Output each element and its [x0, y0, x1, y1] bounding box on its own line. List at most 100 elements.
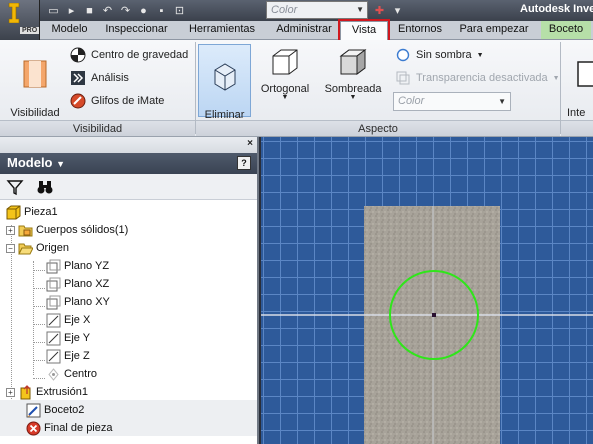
imate-glyphs-button[interactable]: Glifos de iMate — [70, 91, 164, 111]
close-icon[interactable]: × — [247, 138, 253, 149]
analysis-icon — [71, 71, 85, 85]
tab-boceto[interactable]: Boceto — [541, 21, 591, 39]
tree-line — [33, 306, 45, 307]
tab-para-empezar[interactable]: Para empezar — [456, 21, 532, 39]
axis-icon — [46, 313, 61, 327]
update-icon[interactable]: ⊡ — [172, 4, 187, 18]
help-icon[interactable]: ? — [237, 156, 251, 170]
appearance-color-select[interactable]: Color ▼ — [393, 92, 511, 111]
undo-icon[interactable]: ↶ — [100, 4, 115, 18]
cube-material-icon — [214, 63, 235, 91]
no-shadow-icon — [396, 48, 410, 62]
chevron-down-icon: ▼ — [281, 94, 289, 101]
tab-modelo[interactable]: Modelo — [47, 21, 92, 39]
object-visibility-icon — [23, 60, 47, 88]
tab-herramientas[interactable]: Herramientas — [183, 21, 261, 39]
plane-icon — [46, 259, 61, 273]
tree-node-axis-x[interactable]: Eje X — [46, 311, 90, 329]
end-of-part-icon — [26, 421, 41, 435]
tree-node-center-point[interactable]: Centro — [46, 365, 97, 383]
app-title: Autodesk Inve — [520, 3, 593, 15]
tree-node-extrusion[interactable]: + Extrusión1 — [6, 383, 88, 401]
tree-line — [33, 378, 45, 379]
center-gravity-button[interactable]: Centro de gravedad — [70, 45, 188, 65]
tree-node-part[interactable]: Pieza1 — [6, 203, 58, 221]
interface-button-partial[interactable]: Inte us — [567, 46, 593, 118]
edition-badge: PRO — [20, 27, 40, 34]
open-icon[interactable]: ▸ — [64, 4, 79, 18]
axis-icon — [46, 349, 61, 363]
browser-header[interactable]: Modelo ▼ ? — [0, 153, 257, 174]
axis-icon — [46, 331, 61, 345]
filter-icon[interactable] — [6, 178, 24, 196]
expand-icon[interactable]: + — [6, 387, 15, 397]
home-view-icon[interactable]: ● — [136, 4, 151, 18]
tree-node-axis-y[interactable]: Eje Y — [46, 329, 90, 347]
center-gravity-icon — [70, 47, 86, 63]
tree-node-plane-xy[interactable]: Plano XY — [46, 293, 110, 311]
folder-icon — [18, 225, 33, 236]
save-icon[interactable]: ■ — [82, 4, 97, 18]
plane-icon — [46, 295, 61, 309]
remove-material-button[interactable]: Eliminar material — [198, 44, 251, 133]
shaded-button[interactable]: Sombreada ▼ — [321, 46, 385, 118]
tree-line — [33, 270, 45, 271]
center-point-icon — [48, 367, 59, 381]
sketch-icon — [26, 403, 41, 417]
plane-icon — [46, 277, 61, 291]
transparency-icon — [396, 71, 410, 85]
tree-node-plane-yz[interactable]: Plano YZ — [46, 257, 109, 275]
browser-title: Modelo — [7, 155, 53, 170]
extrusion-icon — [20, 384, 31, 399]
tree-node-origin[interactable]: − Origen — [6, 239, 69, 257]
tab-inspeccionar[interactable]: Inspeccionar — [100, 21, 173, 39]
tab-entornos[interactable]: Entornos — [395, 21, 445, 39]
new-icon[interactable]: ▭ — [46, 4, 61, 18]
orthographic-button[interactable]: Ortogonal ▼ — [257, 46, 313, 118]
shadow-dropdown[interactable]: Sin sombra ▼ — [395, 45, 484, 65]
application-menu-button[interactable]: PRO — [0, 0, 40, 40]
ribbon-panel: Visibilidad del objeto Centro de graveda… — [0, 40, 593, 137]
browser-toolbar — [0, 174, 257, 200]
tree-line — [33, 360, 45, 361]
open-folder-icon — [18, 243, 33, 254]
inventor-logo-icon — [8, 3, 20, 23]
sketch-canvas — [261, 206, 593, 444]
circle-center-point[interactable] — [432, 313, 436, 317]
tab-vista[interactable]: Vista — [338, 19, 390, 42]
tree-node-end-of-part[interactable]: Final de pieza — [26, 419, 113, 437]
tree-node-axis-z[interactable]: Eje Z — [46, 347, 90, 365]
transparency-dropdown[interactable]: Transparencia desactivada ▼ — [395, 68, 560, 88]
part-icon — [6, 205, 21, 219]
chevron-down-icon[interactable]: ▼ — [56, 159, 65, 169]
cross-icon[interactable]: ✚ — [372, 4, 387, 18]
chevron-down-icon: ▼ — [498, 97, 506, 106]
tree-node-sketch[interactable]: Boceto2 — [26, 401, 84, 419]
redo-icon[interactable]: ↷ — [118, 4, 133, 18]
ribbon-tabs: Modelo Inspeccionar Herramientas Adminis… — [40, 19, 593, 42]
tree-node-solid-bodies[interactable]: + Cuerpos sólidos(1) — [6, 221, 128, 239]
collapse-icon[interactable]: − — [6, 243, 15, 253]
graphics-viewport[interactable] — [261, 137, 593, 444]
chevron-down-icon: ▼ — [552, 74, 560, 82]
select-icon[interactable]: ▪ — [154, 4, 169, 18]
chevron-down-icon: ▼ — [476, 51, 484, 59]
tab-administrar[interactable]: Administrar — [269, 21, 339, 39]
chevron-down-icon: ▼ — [349, 94, 357, 101]
browser-title-strip[interactable]: × — [0, 137, 257, 153]
qat-color-combo[interactable]: Color ▼ — [266, 1, 368, 19]
tree-node-plane-xz[interactable]: Plano XZ — [46, 275, 109, 293]
quick-access-toolbar: ▭ ▸ ■ ↶ ↷ ● ▪ ⊡ — [46, 2, 187, 19]
model-tree: Pieza1 + Cuerpos sólidos(1) − Origen Pla… — [0, 201, 257, 444]
expand-icon[interactable]: + — [6, 225, 15, 235]
customize-qat-icon[interactable]: ▾ — [390, 4, 405, 18]
window-icon — [577, 61, 593, 87]
model-browser: × Modelo ▼ ? Pieza1 + Cuerpos sólidos(1)… — [0, 137, 259, 444]
find-binoculars-icon[interactable] — [36, 178, 54, 196]
panel-label-aspecto: Aspecto — [196, 120, 560, 136]
title-bar: PRO ▭ ▸ ■ ↶ ↷ ● ▪ ⊡ Color ▼ ✚ ▾ Autodesk… — [0, 0, 593, 40]
tree-line — [33, 342, 45, 343]
tree-line — [33, 261, 34, 375]
analysis-button[interactable]: Análisis — [70, 68, 129, 88]
object-visibility-button[interactable]: Visibilidad del objeto — [6, 46, 64, 131]
